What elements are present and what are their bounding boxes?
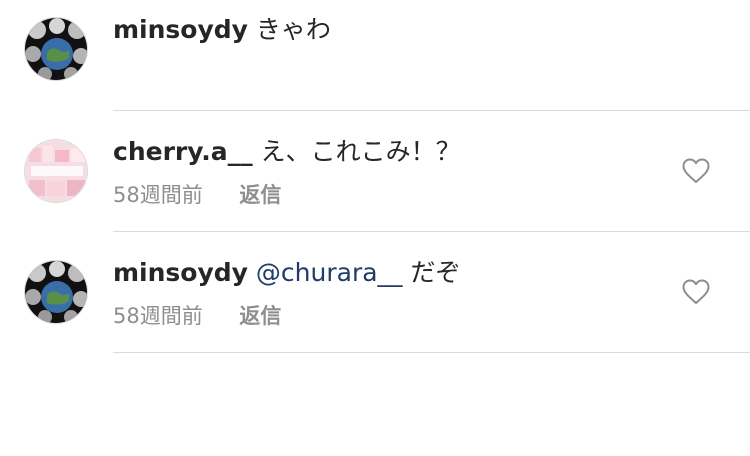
comment-username[interactable]: minsoydy <box>113 15 248 44</box>
comment-line: minsoydy きゃわ <box>113 14 331 46</box>
comment-timestamp: 58週間前 <box>113 304 203 328</box>
comment-timestamp: 58週間前 <box>113 183 203 207</box>
avatar[interactable] <box>24 260 88 324</box>
reply-button[interactable]: 返信 <box>239 304 281 328</box>
comment-line: minsoydy @churara__ だぞ <box>113 257 461 289</box>
comment-line: cherry.a__ え、これこみ！？ <box>113 136 461 168</box>
earth-hands-avatar-icon <box>25 261 87 323</box>
comment-text: きゃわ <box>255 15 331 44</box>
comment-text: だぞ <box>410 258 461 287</box>
divider <box>113 110 750 111</box>
pink-collage-avatar-icon <box>25 140 87 202</box>
avatar[interactable] <box>24 17 88 81</box>
comment-username[interactable]: minsoydy <box>113 258 248 287</box>
heart-icon[interactable] <box>682 279 710 305</box>
comment-mention[interactable]: @churara__ <box>256 258 403 287</box>
reply-button[interactable]: 返信 <box>239 183 281 207</box>
comment-text: え、これこみ！？ <box>260 137 461 166</box>
divider <box>113 352 750 353</box>
heart-icon[interactable] <box>682 158 710 184</box>
comment-username[interactable]: cherry.a__ <box>113 137 253 166</box>
comment-meta: 58週間前 返信 <box>113 302 281 330</box>
comment-meta: 58週間前 返信 <box>113 181 281 209</box>
avatar[interactable] <box>24 139 88 203</box>
divider <box>113 231 750 232</box>
earth-hands-avatar-icon <box>25 18 87 80</box>
